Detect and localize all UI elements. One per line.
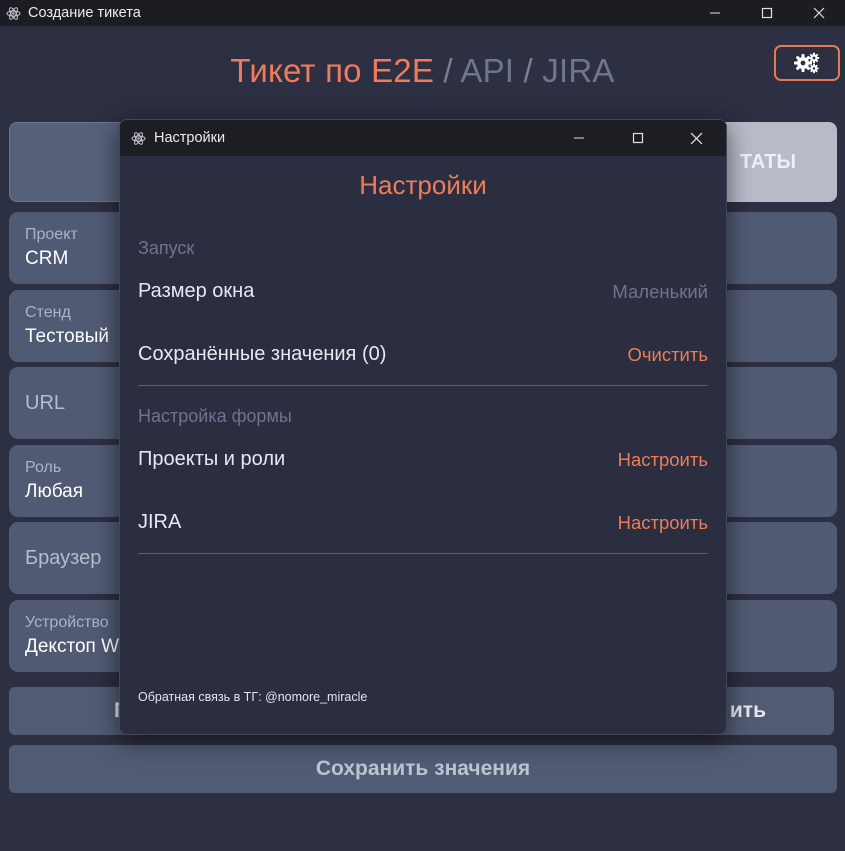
main-minimize-button[interactable] xyxy=(689,0,741,26)
main-window-title: Создание тикета xyxy=(28,5,141,21)
tab-api-heading[interactable]: API xyxy=(460,52,514,89)
tab-jira-heading[interactable]: JIRA xyxy=(542,52,614,89)
action-button-right-text: ить xyxy=(729,699,766,722)
section-launch-title: Запуск xyxy=(138,238,195,258)
minimize-icon xyxy=(573,137,584,139)
maximize-icon xyxy=(632,132,643,144)
tab-e2e-heading[interactable]: Тикет по E2E xyxy=(230,52,434,89)
heading-separator: / xyxy=(514,52,543,89)
settings-minimize-button[interactable] xyxy=(549,120,608,156)
main-maximize-button[interactable] xyxy=(741,0,793,26)
feedback-footer: Обратная связь в ТГ: @nomore_miracle xyxy=(138,690,368,704)
main-close-button[interactable] xyxy=(793,0,845,26)
page-heading: Тикет по E2E / API / JIRA xyxy=(0,52,845,90)
projects-roles-label: Проекты и роли xyxy=(138,448,286,470)
settings-dialog: Настройки Настройки Запуск Размер окна М… xyxy=(119,119,727,735)
close-icon xyxy=(813,7,825,19)
settings-close-button[interactable] xyxy=(667,120,726,156)
device-value: Декстоп W xyxy=(25,636,120,657)
section-form-setup-title: Настройка формы xyxy=(138,406,292,426)
section-divider xyxy=(138,553,708,554)
url-placeholder: URL xyxy=(25,392,66,414)
browser-placeholder: Браузер xyxy=(25,547,102,569)
window-size-label: Размер окна xyxy=(138,280,255,302)
device-label: Устройство xyxy=(25,614,109,631)
settings-window-title: Настройки xyxy=(154,130,226,146)
maximize-icon xyxy=(761,7,773,19)
settings-button[interactable] xyxy=(774,45,840,81)
saved-values-label: Сохранённые значения (0) xyxy=(138,343,387,365)
stand-value: Тестовый xyxy=(25,326,110,347)
configure-jira-button[interactable]: Настроить xyxy=(618,512,708,534)
gears-icon xyxy=(794,52,820,74)
settings-maximize-button[interactable] xyxy=(608,120,667,156)
project-label: Проект xyxy=(25,226,78,243)
window-size-value[interactable]: Маленький xyxy=(612,281,708,303)
settings-heading: Настройки xyxy=(359,170,487,200)
role-label: Роль xyxy=(25,459,62,476)
main-titlebar: Создание тикета xyxy=(0,0,845,26)
electron-app-icon xyxy=(5,5,21,21)
minimize-icon xyxy=(710,12,720,14)
stand-label: Стенд xyxy=(25,304,71,321)
clear-saved-values-button[interactable]: Очистить xyxy=(627,344,708,366)
settings-titlebar: Настройки xyxy=(120,120,726,156)
role-value: Любая xyxy=(25,481,84,502)
close-icon xyxy=(690,132,703,144)
section-divider xyxy=(138,385,708,386)
project-value: CRM xyxy=(25,248,69,269)
heading-separator: / xyxy=(434,52,461,89)
jira-label: JIRA xyxy=(138,511,182,533)
save-values-button[interactable]: Сохранить значения xyxy=(9,745,837,793)
configure-projects-roles-button[interactable]: Настроить xyxy=(618,449,708,471)
electron-app-icon xyxy=(130,130,146,146)
